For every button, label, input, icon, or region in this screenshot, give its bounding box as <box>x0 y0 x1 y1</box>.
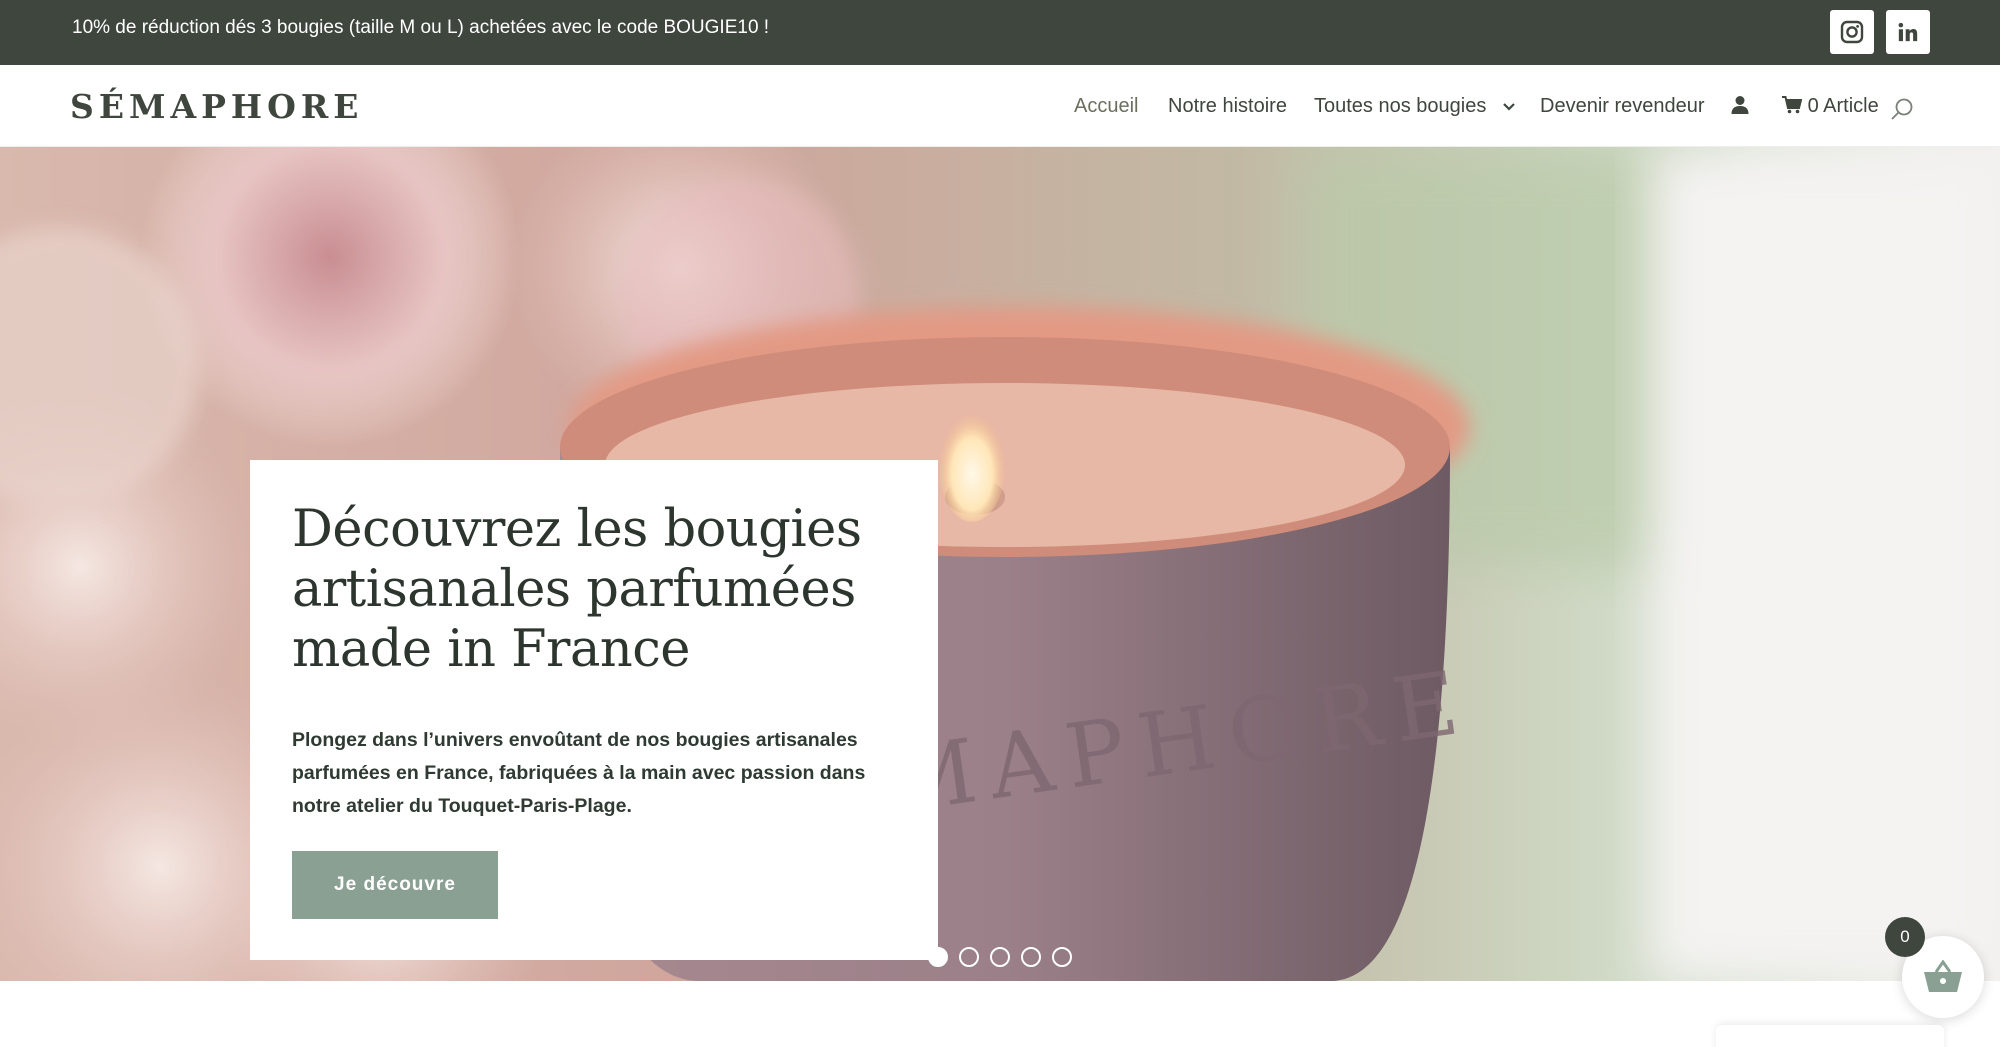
hero-slider: SÉMAPHORE Découvrez les bougies artisana… <box>0 147 2000 981</box>
hero-card: Découvrez les bougies artisanales parfum… <box>250 460 938 960</box>
slider-dot-5[interactable] <box>1052 947 1072 967</box>
below-fold-card <box>1716 1025 1944 1047</box>
slider-dot-1[interactable] <box>928 947 948 967</box>
cart-count-label: 0 Article <box>1807 95 1879 117</box>
linkedin-link[interactable] <box>1886 10 1930 54</box>
search-icon <box>1891 98 1913 120</box>
site-header: SÉMAPHORE Accueil Notre histoire Toutes … <box>0 65 2000 147</box>
discover-button[interactable]: Je découvre <box>292 851 498 919</box>
nav-item-story[interactable]: Notre histoire <box>1168 94 1287 118</box>
hero-description: Plongez dans l’univers envoûtant de nos … <box>292 729 866 817</box>
basket-icon <box>1924 960 1962 992</box>
slider-dot-2[interactable] <box>959 947 979 967</box>
slider-dot-4[interactable] <box>1021 947 1041 967</box>
cart-link[interactable]: 0 Article <box>1782 94 1879 118</box>
account-link[interactable] <box>1730 95 1750 120</box>
site-logo[interactable]: SÉMAPHORE <box>70 87 363 126</box>
nav-item-home[interactable]: Accueil <box>1074 94 1138 118</box>
nav-item-candles[interactable]: Toutes nos bougies <box>1314 94 1516 118</box>
chevron-down-icon <box>1503 102 1515 111</box>
instagram-icon <box>1840 20 1864 44</box>
nav-item-candles-label: Toutes nos bougies <box>1314 95 1487 117</box>
instagram-link[interactable] <box>1830 10 1874 54</box>
promo-text: 10% de réduction dés 3 bougies (taille M… <box>72 17 770 38</box>
basket-count-badge: 0 <box>1885 917 1925 957</box>
hero-title: Découvrez les bougies artisanales parfum… <box>292 500 862 679</box>
slider-dot-3[interactable] <box>990 947 1010 967</box>
linkedin-icon <box>1898 22 1918 42</box>
nav-item-reseller[interactable]: Devenir revendeur <box>1540 94 1705 118</box>
search-button[interactable] <box>1890 97 1914 126</box>
promo-bar: 10% de réduction dés 3 bougies (taille M… <box>0 0 2000 65</box>
cart-icon <box>1782 96 1803 114</box>
user-icon <box>1731 96 1749 114</box>
slider-pagination <box>928 947 1072 967</box>
